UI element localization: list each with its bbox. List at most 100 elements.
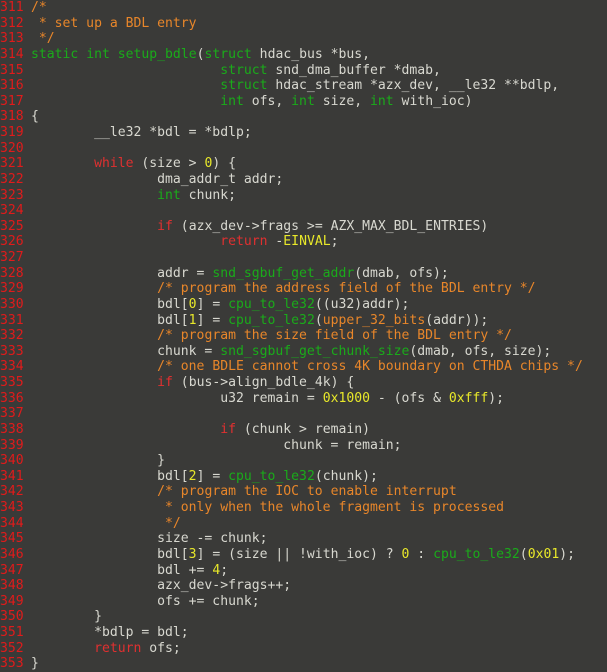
code-line[interactable]: 338 if (chunk > remain) [0, 422, 607, 438]
code-token-plain: addr = [31, 265, 213, 281]
code-token-fn: cpu_to_le32 [228, 468, 315, 484]
code-line[interactable]: 349 ofs += chunk; [0, 594, 607, 610]
code-token-plain: - (ofs & [370, 390, 449, 406]
code-token-plain: bdl += [31, 562, 213, 578]
code-line[interactable]: 314 static int setup_bdle(struct hdac_bus… [0, 47, 607, 63]
code-token-type: struct [220, 62, 268, 78]
code-token-type: int [86, 46, 110, 62]
code-token-plain: ); [488, 390, 505, 406]
line-number: 320 [0, 140, 24, 156]
line-number: 328 [0, 265, 24, 281]
line-number: 315 [0, 62, 24, 78]
code-token-plain: ( [314, 312, 323, 328]
code-token-plain: ofs; [141, 640, 181, 656]
code-line[interactable]: 332 /* program the size field of the BDL… [0, 328, 607, 344]
code-token-type: int [220, 93, 244, 109]
code-line[interactable]: 346 bdl[3] = (size || !with_ioc) ? 0 : c… [0, 547, 607, 563]
code-line[interactable]: 334 /* one BDLE cannot cross 4K boundary… [0, 359, 607, 375]
code-token-comment: /* program the address field of the BDL … [157, 281, 536, 297]
code-line[interactable]: 341 bdl[2] = cpu_to_le32(chunk); [0, 469, 607, 485]
code-line[interactable]: 315 struct snd_dma_buffer *dmab, [0, 63, 607, 79]
line-number: 330 [0, 296, 24, 312]
code-line[interactable]: 317 int ofs, int size, int with_ioc) [0, 94, 607, 110]
code-line[interactable]: 353} [0, 656, 607, 672]
code-line[interactable]: 339 chunk = remain; [0, 438, 607, 454]
code-line[interactable]: 347 bdl += 4; [0, 563, 607, 579]
code-line[interactable]: 319 __le32 *bdl = *bdlp; [0, 125, 607, 141]
code-token-kw: return [94, 640, 142, 656]
code-line[interactable]: 343 * only when the whole fragment is pr… [0, 500, 607, 516]
code-line[interactable]: 335 if (bus->align_bdle_4k) { [0, 375, 607, 391]
code-listing[interactable]: 311/* 312 * set up a BDL entry 313 */ 31… [0, 0, 607, 671]
line-number: 351 [0, 625, 24, 640]
code-token-plain: (chunk); [314, 468, 378, 484]
code-line[interactable]: 348 azx_dev->frags++; [0, 578, 607, 594]
code-token-type: int [157, 187, 181, 203]
code-line[interactable]: 342 /* program the IOC to enable interru… [0, 484, 607, 500]
code-token-fn: cpu_to_le32 [228, 312, 315, 328]
line-number: 340 [0, 453, 24, 469]
code-line[interactable]: 324 [0, 203, 607, 219]
code-line[interactable]: 340 } [0, 453, 607, 469]
code-token-plain: : [409, 546, 434, 562]
code-token-plain: hdac_stream *azx_dev, __le32 **bdlp, [267, 78, 560, 94]
code-token-plain: (addr)); [425, 312, 489, 328]
code-line[interactable]: 331 bdl[1] = cpu_to_le32(upper_32_bits(a… [0, 313, 607, 329]
code-token-plain: } [31, 656, 39, 672]
code-line[interactable]: 333 chunk = snd_sgbuf_get_chunk_size(dma… [0, 344, 607, 360]
code-line[interactable]: 350 } [0, 609, 607, 625]
code-line[interactable]: 336 u32 remain = 0x1000 - (ofs & 0xfff); [0, 391, 607, 407]
code-token-kw: if [157, 375, 173, 390]
line-number: 341 [0, 468, 24, 484]
code-token-plain: bdl[ [31, 546, 189, 562]
code-line[interactable]: 351 *bdlp = bdl; [0, 625, 607, 641]
code-token-plain: size, [314, 93, 371, 109]
code-line[interactable]: 318 { [0, 109, 607, 125]
code-line[interactable]: 320 [0, 141, 607, 157]
line-number: 334 [0, 359, 24, 375]
code-token-comment: /* [31, 0, 47, 15]
code-token-type: int [291, 93, 315, 109]
code-line[interactable]: 329 /* program the address field of the … [0, 281, 607, 297]
code-line[interactable]: 337 [0, 406, 607, 422]
code-token-plain: snd_dma_buffer *dmab, [267, 62, 441, 78]
code-line[interactable]: 326 return -EINVAL; [0, 234, 607, 250]
code-token-fn: snd_sgbuf_get_chunk_size [220, 343, 410, 359]
code-line[interactable]: 328 addr = snd_sgbuf_get_addr(dmab, ofs)… [0, 266, 607, 282]
code-line[interactable]: 323 int chunk; [0, 188, 607, 204]
code-token-plain: ] = (size || !with_ioc) ? [196, 546, 402, 562]
code-token-fn: setup_bdle [117, 46, 197, 62]
code-token-plain: azx_dev->frags++; [31, 578, 292, 594]
code-line[interactable]: 322 dma_addr_t addr; [0, 172, 607, 188]
line-number: 336 [0, 390, 24, 406]
code-line[interactable]: 325 if (azx_dev->frags >= AZX_MAX_BDL_EN… [0, 219, 607, 235]
code-token-num: 2 [188, 468, 197, 484]
line-number: 338 [0, 421, 24, 437]
code-line[interactable]: 344 */ [0, 516, 607, 532]
code-token-plain: (dmab, ofs); [354, 265, 449, 281]
code-line[interactable]: 345 size -= chunk; [0, 531, 607, 547]
code-line[interactable]: 321 while (size > 0) { [0, 156, 607, 172]
code-line[interactable]: 352 return ofs; [0, 641, 607, 657]
code-token-plain: bdl[ [31, 468, 189, 484]
code-token-plain: ); [559, 546, 576, 562]
code-token-plain: chunk = [31, 343, 221, 359]
code-line[interactable]: 311 /* [0, 0, 607, 16]
code-line[interactable]: 330 bdl[0] = cpu_to_le32((u32)addr); [0, 297, 607, 313]
line-number: 353 [0, 656, 24, 672]
code-line[interactable]: 313 */ [0, 31, 607, 47]
code-line[interactable]: 316 struct hdac_stream *azx_dev, __le32 … [0, 78, 607, 94]
line-number: 326 [0, 234, 24, 250]
code-line[interactable]: 327 [0, 250, 607, 266]
code-line[interactable]: 312 * set up a BDL entry [0, 16, 607, 32]
line-number: 319 [0, 125, 24, 140]
code-token-plain: u32 remain = [31, 390, 323, 406]
code-token-type: static [31, 46, 79, 62]
